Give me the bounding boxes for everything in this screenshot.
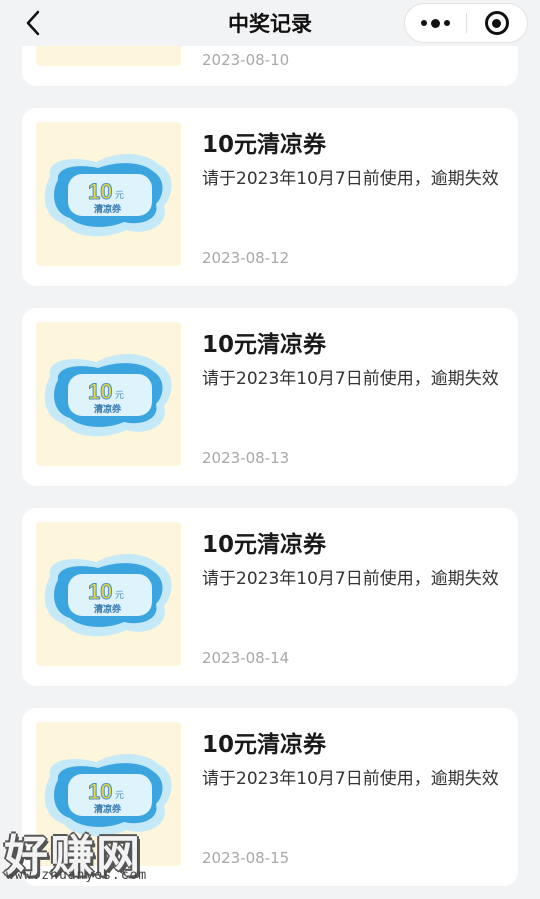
record-card[interactable]: 10 元 清凉券 10元清凉券 请于2023年10月7日前使用，逾期失效 202… bbox=[22, 508, 518, 686]
record-card[interactable]: 10 元 清凉券 10元清凉券 请于2023年10月7日前使用，逾期失效 202… bbox=[22, 308, 518, 486]
coupon-badge-icon: 10 元 清凉券 bbox=[44, 153, 172, 237]
coupon-badge-icon: 10 元 清凉券 bbox=[44, 353, 172, 437]
coupon-badge-icon: 10 元 清凉券 bbox=[44, 553, 172, 637]
coupon-thumbnail: 10 元 清凉券 bbox=[36, 122, 181, 266]
record-description: 请于2023年10月7日前使用，逾期失效 bbox=[202, 369, 499, 389]
record-date: 2023-08-13 bbox=[202, 449, 290, 467]
badge-label: 清凉券 bbox=[94, 203, 121, 215]
coupon-badge-icon: 10 元 清凉券 bbox=[44, 753, 172, 837]
badge-label: 清凉券 bbox=[94, 603, 121, 615]
record-date: 2023-08-12 bbox=[202, 249, 290, 267]
record-date: 2023-08-14 bbox=[202, 649, 290, 667]
badge-amount: 10 bbox=[88, 379, 112, 404]
mini-program-capsule bbox=[404, 3, 528, 43]
coupon-thumbnail: 10 元 清凉券 bbox=[36, 322, 181, 466]
badge-label: 清凉券 bbox=[94, 803, 121, 815]
badge-label: 清凉券 bbox=[94, 403, 121, 415]
badge-amount: 10 bbox=[88, 179, 112, 204]
badge-unit: 元 bbox=[115, 791, 124, 801]
record-description: 请于2023年10月7日前使用，逾期失效 bbox=[202, 169, 499, 189]
record-title: 10元清凉券 bbox=[202, 732, 327, 758]
record-description: 请于2023年10月7日前使用，逾期失效 bbox=[202, 569, 499, 589]
record-card[interactable]: 10 元 清凉券 10元清凉券 请于2023年10月7日前使用，逾期失效 202… bbox=[22, 108, 518, 286]
record-card[interactable]: 10 元 清凉券 10元清凉券 请于2023年10月7日前使用，逾期失效 202… bbox=[22, 708, 518, 886]
coupon-thumbnail: 10 元 清凉券 bbox=[36, 522, 181, 666]
record-date: 2023-08-10 bbox=[202, 51, 290, 69]
more-button[interactable] bbox=[405, 4, 466, 42]
coupon-thumbnail: 10 元 清凉券 bbox=[36, 722, 181, 866]
record-date: 2023-08-15 bbox=[202, 849, 290, 867]
record-title: 10元清凉券 bbox=[202, 532, 327, 558]
badge-unit: 元 bbox=[115, 591, 124, 601]
target-icon bbox=[484, 11, 509, 35]
more-dots-icon bbox=[420, 18, 450, 28]
badge-amount: 10 bbox=[88, 779, 112, 804]
record-title: 10元清凉券 bbox=[202, 332, 327, 358]
close-button[interactable] bbox=[467, 4, 528, 42]
navigation-bar: 中奖记录 bbox=[0, 0, 540, 46]
record-title: 10元清凉券 bbox=[202, 132, 327, 158]
record-description: 请于2023年10月7日前使用，逾期失效 bbox=[202, 769, 499, 789]
badge-unit: 元 bbox=[115, 391, 124, 401]
badge-unit: 元 bbox=[115, 191, 124, 201]
badge-amount: 10 bbox=[88, 579, 112, 604]
